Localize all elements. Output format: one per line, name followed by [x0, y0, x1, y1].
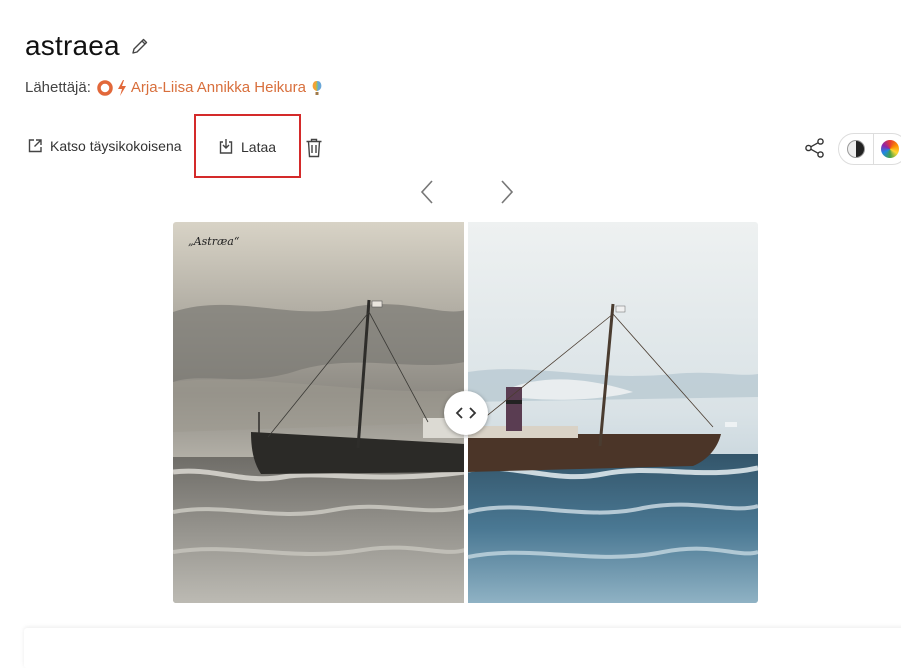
balloon-badge-icon [311, 80, 323, 96]
ring-badge-icon [97, 79, 113, 96]
photo-toolbar: Katso täysikokoisena Lataa [0, 130, 901, 166]
comments-card [24, 628, 901, 668]
next-photo-button[interactable] [497, 178, 517, 206]
lightning-badge-icon [117, 79, 127, 96]
compare-arrows-icon [455, 407, 477, 419]
delete-button[interactable] [305, 138, 323, 158]
toggle-divider [873, 134, 874, 164]
previous-photo-button[interactable] [417, 178, 437, 206]
pencil-icon[interactable] [130, 36, 150, 56]
chevron-right-icon [501, 180, 514, 204]
grayscale-mode-icon[interactable] [847, 140, 865, 158]
page-title: astraea [25, 30, 120, 61]
colorized-photo [467, 222, 758, 603]
external-link-icon [28, 139, 42, 153]
compare-slider-handle[interactable] [444, 391, 488, 435]
photo-caption: „Astræa“ [188, 235, 240, 248]
original-photo: „Astræa“ [173, 222, 466, 603]
trash-icon [306, 138, 322, 158]
share-icon [805, 138, 824, 158]
chevron-left-icon [420, 180, 433, 204]
uploader-row: Lähettäjä: Arja-Liisa Annikka Heikura [25, 79, 323, 96]
uploader-name-link[interactable]: Arja-Liisa Annikka Heikura [131, 79, 306, 96]
share-button[interactable] [804, 137, 826, 159]
color-mode-toggle [838, 133, 901, 165]
color-mode-icon[interactable] [881, 140, 899, 158]
uploader-label: Lähettäjä: [25, 79, 91, 96]
view-fullsize-button[interactable]: Katso täysikokoisena [27, 138, 182, 154]
view-fullsize-label: Katso täysikokoisena [50, 138, 182, 154]
title-row: astraea [25, 30, 150, 62]
download-highlight-box [194, 114, 301, 178]
